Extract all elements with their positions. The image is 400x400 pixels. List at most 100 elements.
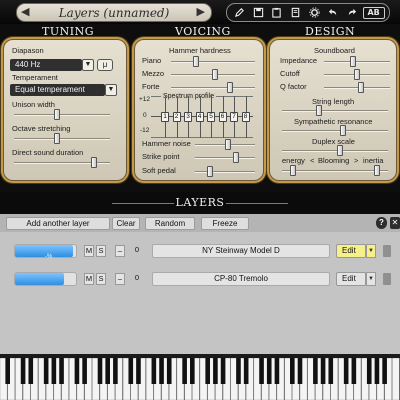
random-button[interactable]: Random — [145, 217, 195, 230]
piano-slider[interactable] — [171, 56, 255, 67]
black-key[interactable] — [351, 358, 357, 384]
hammer-noise-thumb[interactable] — [225, 139, 231, 150]
piano-keys[interactable] — [0, 357, 400, 400]
black-key[interactable] — [82, 358, 87, 384]
spectrum-band-knob[interactable]: 6 — [218, 112, 227, 122]
mu-button[interactable]: μ — [97, 59, 113, 71]
octave-stretching-slider[interactable] — [14, 133, 110, 144]
spectrum-band-knob[interactable]: 5 — [207, 112, 215, 122]
string-length-thumb[interactable] — [316, 105, 323, 116]
layer-edit-button[interactable]: Edit — [336, 244, 366, 258]
blooming-energy-thumb[interactable] — [289, 165, 296, 176]
mezzo-thumb[interactable] — [211, 69, 218, 80]
q-factor-slider[interactable] — [324, 82, 390, 93]
black-key[interactable] — [297, 358, 303, 384]
forte-slider[interactable] — [171, 82, 255, 93]
black-key[interactable] — [236, 358, 241, 384]
spectrum-band-knob[interactable]: 4 — [195, 112, 204, 122]
white-key[interactable] — [392, 357, 400, 400]
direct-sound-duration-thumb[interactable] — [90, 157, 97, 168]
black-key[interactable] — [20, 358, 26, 384]
layer-level-bar[interactable]: -% — [14, 244, 77, 260]
duplex-scale-thumb[interactable] — [337, 145, 344, 156]
black-key[interactable] — [59, 358, 64, 384]
spectrum-band-knob[interactable]: 3 — [184, 112, 192, 122]
spectrum-band-knob[interactable]: 1 — [161, 112, 169, 122]
duplex-scale-slider[interactable] — [282, 145, 388, 156]
close-icon[interactable]: ✕ — [390, 217, 400, 229]
solo-button[interactable]: S — [96, 245, 106, 257]
soft-pedal-thumb[interactable] — [207, 166, 213, 177]
piano-keyboard[interactable] — [0, 357, 400, 400]
unison-width-slider[interactable] — [14, 109, 110, 120]
add-layer-button[interactable]: Add another layer — [6, 217, 110, 230]
preset-next-arrow[interactable]: ▶ — [197, 5, 205, 18]
string-length-slider[interactable] — [282, 105, 388, 116]
transpose-minus-button[interactable]: – — [115, 245, 125, 257]
black-key[interactable] — [343, 358, 349, 384]
settings-gear-icon[interactable] — [306, 6, 322, 20]
black-key[interactable] — [366, 358, 372, 384]
q-factor-thumb[interactable] — [357, 82, 364, 93]
black-key[interactable] — [159, 358, 164, 384]
unison-width-thumb[interactable] — [54, 109, 61, 120]
solo-button[interactable]: S — [96, 273, 106, 285]
diapason-dropdown-arrow-icon[interactable]: ▼ — [82, 59, 94, 71]
cutoff-slider[interactable] — [324, 69, 390, 80]
clipboard-icon[interactable] — [269, 6, 285, 20]
piano-thumb[interactable] — [193, 56, 200, 67]
layer-preset-name[interactable]: CP-80 Tremolo — [152, 272, 330, 286]
mute-button[interactable]: M — [84, 273, 94, 285]
direct-sound-duration-slider[interactable] — [14, 157, 110, 168]
hammer-noise-slider[interactable] — [195, 139, 255, 150]
black-key[interactable] — [182, 358, 187, 384]
black-key[interactable] — [274, 358, 280, 384]
black-key[interactable] — [43, 358, 49, 384]
black-key[interactable] — [28, 358, 34, 384]
black-key[interactable] — [320, 358, 326, 384]
black-key[interactable] — [220, 358, 226, 384]
page-icon[interactable] — [288, 6, 304, 20]
strike-point-slider[interactable] — [195, 152, 255, 163]
trash-icon[interactable] — [383, 245, 391, 257]
forte-thumb[interactable] — [226, 82, 233, 93]
black-key[interactable] — [382, 358, 387, 384]
spectrum-band-knob[interactable]: 8 — [241, 112, 250, 122]
spectrum-band-knob[interactable]: 2 — [172, 112, 181, 122]
black-key[interactable] — [290, 358, 295, 384]
ab-compare-button[interactable]: AB — [362, 6, 385, 19]
trash-icon[interactable] — [383, 273, 391, 285]
black-key[interactable] — [243, 358, 249, 384]
black-key[interactable] — [74, 358, 80, 384]
mute-button[interactable]: M — [84, 245, 94, 257]
undo-icon[interactable] — [325, 6, 341, 20]
cutoff-thumb[interactable] — [354, 69, 360, 80]
black-key[interactable] — [166, 358, 172, 384]
black-key[interactable] — [328, 358, 334, 384]
soft-pedal-slider[interactable] — [195, 166, 255, 177]
black-key[interactable] — [205, 358, 210, 384]
layer-level-bar[interactable] — [14, 272, 77, 286]
spectrum-band-knob[interactable]: 7 — [230, 112, 238, 122]
black-key[interactable] — [51, 358, 57, 384]
preset-selector[interactable]: ◀ Layers (unnamed) ▶ — [16, 3, 212, 22]
octave-stretching-thumb[interactable] — [54, 133, 61, 144]
pencil-icon[interactable] — [231, 6, 247, 20]
spectrum-profile-graph[interactable]: Spectrum profile 12345678 — [151, 93, 253, 138]
layer-edit-dropdown-icon[interactable]: ▼ — [366, 272, 376, 286]
black-key[interactable] — [105, 358, 110, 384]
black-key[interactable] — [259, 358, 264, 384]
redo-icon[interactable] — [344, 6, 360, 20]
black-key[interactable] — [266, 358, 272, 384]
clear-button[interactable]: Clear — [112, 217, 140, 230]
sympathetic-resonance-thumb[interactable] — [340, 125, 347, 136]
sympathetic-resonance-slider[interactable] — [282, 125, 388, 136]
mezzo-slider[interactable] — [171, 69, 255, 80]
black-key[interactable] — [97, 358, 103, 384]
temperament-dropdown-arrow-icon[interactable]: ▼ — [105, 84, 117, 96]
diapason-dropdown[interactable]: 440 Hz — [10, 59, 82, 71]
blooming-slider[interactable] — [282, 165, 388, 176]
layer-edit-button[interactable]: Edit — [336, 272, 366, 286]
black-key[interactable] — [151, 358, 157, 384]
strike-point-thumb[interactable] — [232, 152, 239, 163]
